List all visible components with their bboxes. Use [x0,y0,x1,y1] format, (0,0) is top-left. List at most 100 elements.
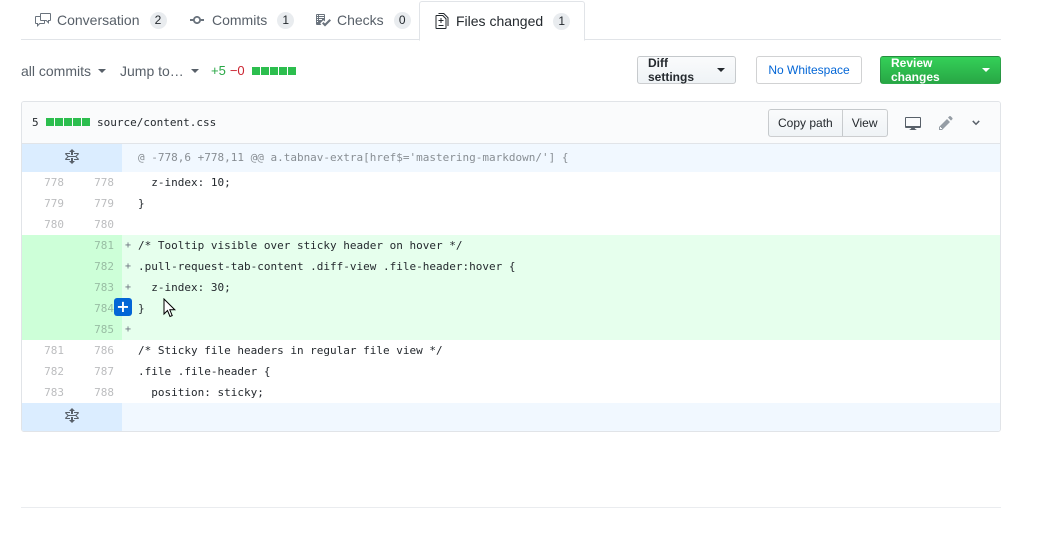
tab-counter: 0 [393,11,411,29]
diff-line: 781 786 /* Sticky file headers in regula… [22,340,1000,361]
diff-settings-button[interactable]: Diff settings [637,56,736,84]
expand-up-button[interactable] [22,144,122,172]
mouse-cursor-icon [163,297,177,321]
checklist-icon [315,12,331,28]
code-text: } [138,197,145,210]
deletions-count: −0 [229,63,245,78]
diff-line-added: 785 + [22,319,1000,340]
new-line-number[interactable]: 788 [72,382,122,403]
review-changes-button[interactable]: Review changes [880,56,1001,84]
additions-count: +5 [211,63,226,78]
file-actions: Copy path View [768,109,888,137]
new-line-number[interactable]: 782 [72,256,122,277]
hunk-footer-row [22,403,1000,431]
diff-line: 783 788 position: sticky; [22,382,1000,403]
old-line-number [22,298,72,319]
old-line-number [22,277,72,298]
old-line-number [22,235,72,256]
code-text: } [138,302,145,315]
addition-marker: + [125,282,132,293]
code-text: .pull-request-tab-content .diff-view .fi… [138,260,516,273]
device-desktop-icon[interactable] [904,114,922,132]
tab-label: Files changed [456,13,544,29]
all-commits-label: all commits [21,63,92,79]
old-line-number[interactable]: 782 [22,361,72,382]
unfold-icon [65,407,79,427]
tab-conversation[interactable]: Conversation 2 [21,0,181,40]
hunk-header-row: @ -778,6 +778,11 @@ a.tabnav-extra[href$… [22,144,1000,172]
tab-label: Checks [337,12,384,28]
unfold-icon [65,148,79,168]
old-line-number[interactable]: 778 [22,172,72,193]
copy-path-button[interactable]: Copy path [769,110,842,136]
view-file-button[interactable]: View [841,110,887,136]
old-line-number [22,319,72,340]
no-whitespace-button[interactable]: No Whitespace [756,56,862,84]
caret-down-icon [98,69,107,73]
old-line-number[interactable]: 781 [22,340,72,361]
chevron-down-icon[interactable] [967,114,985,132]
new-line-number[interactable]: 778 [72,172,122,193]
old-line-number[interactable]: 780 [22,214,72,235]
addition-marker: + [125,240,132,251]
caret-down-icon [982,68,990,72]
git-commit-icon [190,12,206,28]
tab-checks[interactable]: Checks 0 [301,0,425,40]
file-change-count: 5 [32,116,39,129]
caret-down-icon [717,68,725,72]
jump-to-label: Jump to… [120,63,184,79]
old-line-number[interactable]: 779 [22,193,72,214]
comment-discussion-icon [35,12,51,28]
code-text: .file .file-header { [138,365,271,378]
tab-counter: 1 [277,11,295,29]
no-whitespace-label: No Whitespace [768,63,850,77]
diffstat-blocks [251,66,296,75]
old-line-number [22,256,72,277]
diff-settings-label: Diff settings [648,56,695,84]
expand-down-button[interactable] [22,403,122,431]
pencil-icon[interactable] [937,114,955,132]
file-diffstat-blocks [46,118,90,126]
code-text: position: sticky; [138,386,264,399]
diff-table: @ -778,6 +778,11 @@ a.tabnav-extra[href$… [22,144,1000,431]
file-diff: 5 source/content.css Copy path View @ -7… [21,101,1001,432]
old-line-number[interactable]: 783 [22,382,72,403]
diff-line: 778 778 z-index: 10; [22,172,1000,193]
tab-label: Commits [212,12,268,28]
diff-line: 780 780 [22,214,1000,235]
diffstat: +5 −0 [211,63,296,78]
all-commits-dropdown[interactable]: all commits [21,63,107,79]
code-text: z-index: 10; [138,176,231,189]
new-line-number[interactable]: 780 [72,214,122,235]
new-line-number[interactable]: 783 [72,277,122,298]
hunk-header-text: @ -778,6 +778,11 @@ a.tabnav-extra[href$… [138,151,569,164]
file-header: 5 source/content.css Copy path View [22,102,1000,144]
tab-counter: 1 [553,12,571,30]
file-path[interactable]: source/content.css [97,116,216,129]
add-comment-button[interactable]: + [114,298,132,316]
caret-down-icon [190,69,199,73]
file-diff-icon [434,13,450,29]
new-line-number[interactable]: 781 [72,235,122,256]
pr-tabnav: Conversation 2 Commits 1 Checks 0 Files … [21,0,1001,41]
diff-line-added: 783 + z-index: 30; [22,277,1000,298]
tab-label: Conversation [57,12,140,28]
review-changes-label: Review changes [891,56,940,84]
addition-marker: + [125,261,132,272]
new-line-number[interactable]: 786 [72,340,122,361]
diff-line-added: 781 + /* Tooltip visible over sticky hea… [22,235,1000,256]
diff-line-added: 782 + .pull-request-tab-content .diff-vi… [22,256,1000,277]
code-text: z-index: 30; [138,281,231,294]
divider [21,507,1001,508]
jump-to-dropdown[interactable]: Jump to… [120,63,199,79]
new-line-number[interactable]: 785 [72,319,122,340]
diff-line: 779 779 } [22,193,1000,214]
diff-line: 782 787 .file .file-header { [22,361,1000,382]
tab-commits[interactable]: Commits 1 [176,0,308,40]
code-text: /* Sticky file headers in regular file v… [138,344,443,357]
new-line-number[interactable]: 787 [72,361,122,382]
tab-files-changed[interactable]: Files changed 1 [419,1,586,41]
new-line-number[interactable]: 779 [72,193,122,214]
code-text: /* Tooltip visible over sticky header on… [138,239,463,252]
addition-marker: + [125,324,132,335]
